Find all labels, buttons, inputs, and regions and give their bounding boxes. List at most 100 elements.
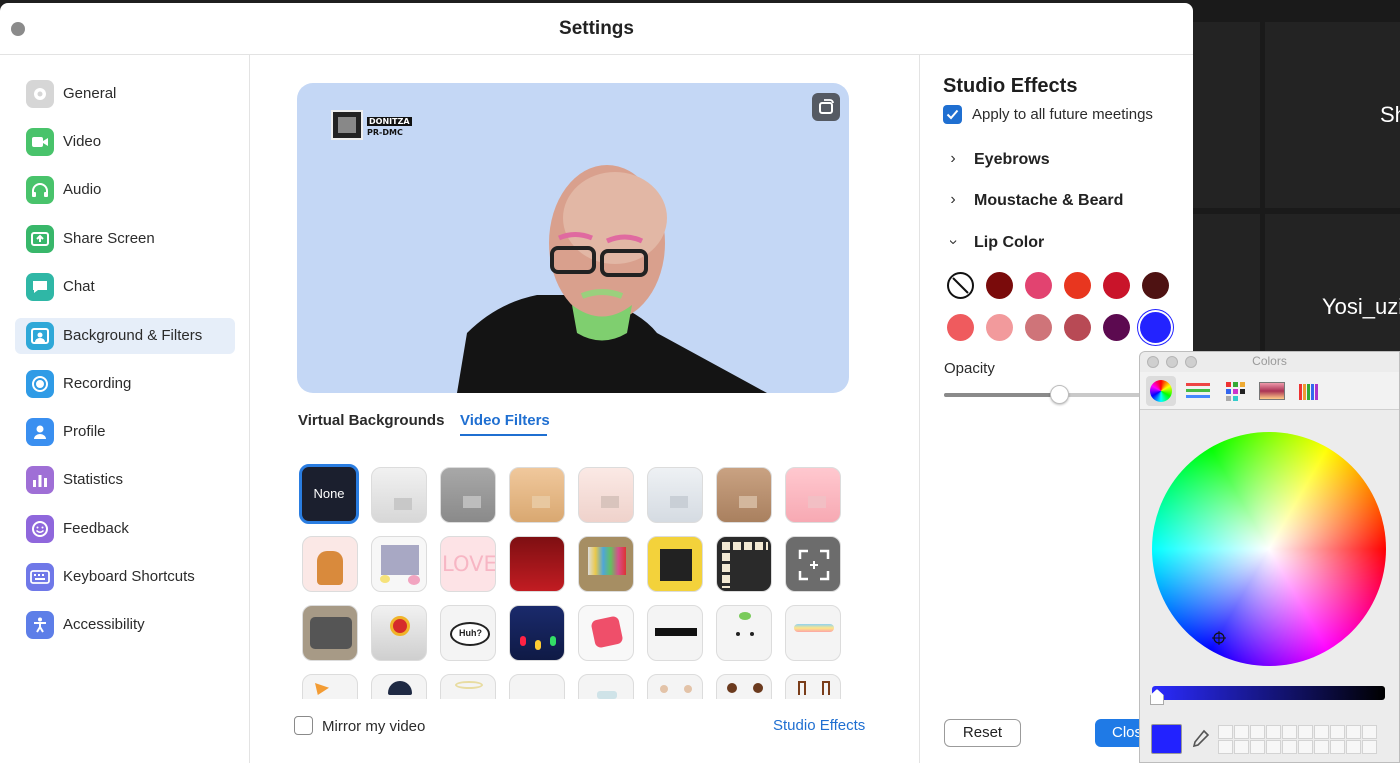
color-wheel-mode-button[interactable] xyxy=(1146,376,1176,406)
color-well-slot[interactable] xyxy=(1282,740,1297,754)
sidebar-item-chat[interactable]: Chat xyxy=(15,269,235,305)
color-well-slot[interactable] xyxy=(1362,725,1377,739)
color-sliders-mode-button[interactable] xyxy=(1183,376,1213,406)
filter-room-silver[interactable] xyxy=(647,467,703,523)
sidebar-item-audio[interactable]: Audio xyxy=(15,172,235,208)
color-well-slot[interactable] xyxy=(1330,740,1345,754)
lip-color-swatch[interactable] xyxy=(1103,314,1130,341)
eyedropper-icon[interactable] xyxy=(1189,728,1211,750)
lip-color-swatch[interactable] xyxy=(1142,272,1169,299)
filter-halo[interactable] xyxy=(440,674,496,699)
filter-room-white[interactable] xyxy=(371,467,427,523)
sidebar-item-profile[interactable]: Profile xyxy=(15,414,235,450)
lip-color-swatch[interactable] xyxy=(1025,314,1052,341)
filter-speech-bubble[interactable]: Huh? xyxy=(440,605,496,661)
filter-theater-curtain[interactable] xyxy=(509,536,565,592)
filter-corgi[interactable] xyxy=(302,536,358,592)
filter-viewfinder[interactable] xyxy=(785,536,841,592)
filter-pixel-sunglasses[interactable] xyxy=(647,605,703,661)
filter-lights-frame[interactable] xyxy=(716,536,772,592)
color-well-slot[interactable] xyxy=(1314,725,1329,739)
image-palettes-mode-button[interactable] xyxy=(1257,376,1287,406)
lip-color-none-swatch[interactable] xyxy=(947,272,974,299)
filter-room-pink[interactable] xyxy=(785,467,841,523)
sidebar-item-feedback[interactable]: Feedback xyxy=(15,511,235,547)
filter-reindeer-antlers[interactable] xyxy=(785,674,841,699)
color-well-slot[interactable] xyxy=(1234,740,1249,754)
studio-effects-link[interactable]: Studio Effects xyxy=(773,717,865,734)
color-well-slot[interactable] xyxy=(1330,725,1345,739)
filter-hamster-ears[interactable] xyxy=(647,674,703,699)
sidebar-item-recording[interactable]: Recording xyxy=(15,366,235,402)
color-well-slot[interactable] xyxy=(1218,725,1233,739)
lip-color-swatch-selected[interactable] xyxy=(1140,312,1171,343)
filter-heart-sticker[interactable] xyxy=(578,605,634,661)
color-well-slot[interactable] xyxy=(1362,740,1377,754)
color-well-slot[interactable] xyxy=(1218,740,1233,754)
opacity-slider-thumb[interactable] xyxy=(1050,385,1069,404)
color-well-slot[interactable] xyxy=(1298,740,1313,754)
lip-color-swatch[interactable] xyxy=(947,314,974,341)
reset-button[interactable]: Reset xyxy=(944,719,1021,747)
color-well-slot[interactable] xyxy=(1314,740,1329,754)
sidebar-item-keyboard-shortcuts[interactable]: Keyboard Shortcuts xyxy=(15,559,235,595)
filter-none[interactable]: None xyxy=(299,464,359,524)
sidebar-item-background-filters[interactable]: Background & Filters xyxy=(15,318,235,354)
color-well-slot[interactable] xyxy=(1234,725,1249,739)
color-well-slot[interactable] xyxy=(1250,740,1265,754)
filter-face-mask[interactable] xyxy=(578,674,634,699)
lip-color-swatch[interactable] xyxy=(1103,272,1130,299)
filter-zoom-cap[interactable] xyxy=(371,674,427,699)
participant-name: Sh xyxy=(1380,102,1400,127)
lip-color-swatch[interactable] xyxy=(986,314,1013,341)
lip-color-swatch[interactable] xyxy=(1064,314,1091,341)
rotate-camera-button[interactable] xyxy=(812,93,840,121)
filter-room-tan[interactable] xyxy=(509,467,565,523)
color-well-slot[interactable] xyxy=(1346,740,1361,754)
brightness-slider[interactable] xyxy=(1152,686,1385,700)
filter-award-ribbon[interactable] xyxy=(371,605,427,661)
colors-panel-title: Colors xyxy=(1252,354,1287,368)
color-well-slot[interactable] xyxy=(1346,725,1361,739)
sidebar-item-share-screen[interactable]: Share Screen xyxy=(15,221,235,257)
crosshair-icon[interactable] xyxy=(1212,631,1226,645)
pencils-mode-button[interactable] xyxy=(1294,376,1324,406)
lip-color-swatch[interactable] xyxy=(986,272,1013,299)
title-bar: Settings xyxy=(0,3,1193,55)
color-well-slot[interactable] xyxy=(1282,725,1297,739)
lip-color-swatch[interactable] xyxy=(1064,272,1091,299)
filter-room-brown[interactable] xyxy=(716,467,772,523)
color-well-slot[interactable] xyxy=(1266,740,1281,754)
filter-room-blush[interactable] xyxy=(578,467,634,523)
section-eyebrows[interactable]: › Eyebrows xyxy=(943,150,1163,172)
color-wheel[interactable] xyxy=(1152,432,1386,666)
color-palettes-mode-button[interactable] xyxy=(1220,376,1250,406)
color-well-slot[interactable] xyxy=(1266,725,1281,739)
filter-pizza[interactable] xyxy=(302,674,358,699)
tab-video-filters[interactable]: Video Filters xyxy=(460,412,550,429)
current-color-swatch[interactable] xyxy=(1151,724,1182,754)
sidebar-item-accessibility[interactable]: Accessibility xyxy=(15,607,235,643)
section-lip-color[interactable]: › Lip Color xyxy=(943,233,1163,255)
filter-frame-hearts[interactable] xyxy=(371,536,427,592)
filter-face-white[interactable] xyxy=(509,674,565,699)
filter-string-lights[interactable] xyxy=(509,605,565,661)
sidebar-item-video[interactable]: Video xyxy=(15,124,235,160)
filter-bear-ears[interactable] xyxy=(716,674,772,699)
apply-future-meetings-checkbox[interactable] xyxy=(943,105,962,124)
sidebar-item-general[interactable]: General xyxy=(15,76,235,112)
filter-sprout-face[interactable] xyxy=(716,605,772,661)
color-well-slot[interactable] xyxy=(1250,725,1265,739)
tab-virtual-backgrounds[interactable]: Virtual Backgrounds xyxy=(298,412,444,429)
lip-color-swatch[interactable] xyxy=(1025,272,1052,299)
filter-retro-tv[interactable] xyxy=(578,536,634,592)
section-moustache-beard[interactable]: › Moustache & Beard xyxy=(943,191,1163,213)
filter-room-gray[interactable] xyxy=(440,467,496,523)
filter-love[interactable]: LOVE xyxy=(440,536,496,592)
color-well-slot[interactable] xyxy=(1298,725,1313,739)
sidebar-item-statistics[interactable]: Statistics xyxy=(15,462,235,498)
mirror-video-checkbox[interactable] xyxy=(294,716,313,735)
filter-emoji-frame[interactable] xyxy=(647,536,703,592)
filter-old-tv[interactable] xyxy=(302,605,358,661)
filter-rainbow-face[interactable] xyxy=(785,605,841,661)
